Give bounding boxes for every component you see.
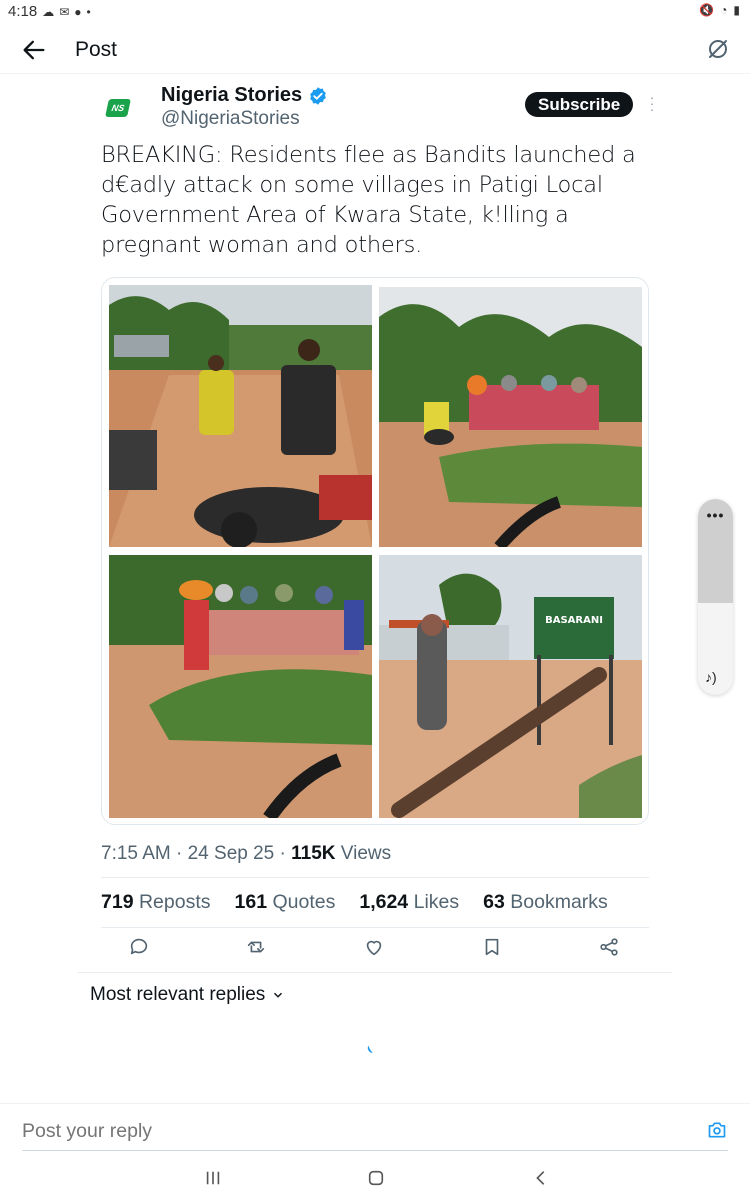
arrow-left-icon — [23, 40, 45, 60]
reply-button[interactable] — [128, 936, 152, 960]
top-header: Post — [0, 26, 750, 74]
post-media-grid: BASARANI — [101, 277, 649, 825]
bookmarks-label: Bookmarks — [510, 891, 608, 913]
post-actions — [101, 936, 641, 966]
system-nav-bar — [0, 1155, 750, 1200]
author-name[interactable]: Nigeria Stories — [161, 84, 302, 107]
account-icon: ● — [74, 4, 82, 19]
post-photo-2[interactable] — [379, 287, 642, 547]
likes-label: Likes — [413, 891, 460, 913]
mail-icon: ✉ — [59, 4, 70, 19]
author-handle[interactable]: @NigeriaStories — [161, 108, 300, 130]
likes-count: 1,624 — [359, 891, 409, 913]
more-options-button[interactable]: · · · — [648, 90, 656, 116]
views-label: Views — [340, 843, 392, 864]
divider — [101, 877, 649, 878]
recent-apps-icon — [206, 1171, 220, 1185]
like-button[interactable] — [363, 936, 387, 960]
avatar[interactable]: NS — [100, 90, 136, 126]
repost-icon — [247, 941, 265, 953]
replies-sort-dropdown[interactable]: Most relevant replies — [90, 984, 285, 1006]
replies-sort-label: Most relevant replies — [90, 984, 266, 1005]
post-meta: 7:15 AM · 24 Sep 25 · 115K Views — [101, 843, 392, 864]
reposts-count: 719 — [101, 891, 134, 913]
reply-input[interactable] — [22, 1120, 522, 1143]
views-count: 115K — [291, 843, 336, 864]
notification-dot-icon: • — [86, 4, 91, 19]
reposts-stat[interactable]: 719 Reposts — [101, 891, 211, 914]
back-button[interactable] — [20, 36, 48, 64]
post-time: 7:15 AM — [101, 843, 171, 864]
chevron-left-icon — [536, 1171, 545, 1185]
status-bar: 4:18 ☁ ✉ ● • 🔇 ◔ ▮ — [0, 0, 750, 24]
post-photo-4[interactable]: BASARANI — [379, 555, 642, 818]
signboard-text: BASARANI — [545, 615, 603, 626]
post-author: NS Nigeria Stories @NigeriaStories Subsc… — [100, 82, 660, 132]
quotes-stat[interactable]: 161 Quotes — [235, 891, 336, 914]
share-button[interactable] — [598, 936, 622, 960]
sync-icon — [709, 40, 727, 58]
sync-button[interactable] — [706, 37, 732, 63]
quotes-label: Quotes — [272, 891, 336, 913]
home-icon — [368, 1170, 384, 1186]
post-text: BREAKING: Residents flee as Bandits laun… — [101, 142, 636, 258]
share-icon — [600, 938, 618, 956]
loading-spinner — [366, 1044, 376, 1054]
subscribe-button[interactable]: Subscribe — [525, 92, 634, 117]
reposts-label: Reposts — [138, 891, 211, 913]
camera-button[interactable] — [706, 1120, 728, 1140]
post-stats: 719 Reposts 161 Quotes 1,624 Likes 63 Bo… — [101, 891, 608, 914]
bookmarks-count: 63 — [483, 891, 505, 913]
more-dots-icon: ••• — [706, 507, 725, 523]
post-date: 24 Sep 25 — [187, 843, 275, 864]
verified-badge-icon — [310, 86, 327, 105]
mute-icon: 🔇 — [699, 3, 715, 17]
more-vertical-icon: · · · — [649, 89, 655, 117]
recent-apps-button[interactable] — [204, 1169, 222, 1192]
chevron-down-icon — [274, 992, 283, 998]
avatar-logo: NS — [105, 99, 131, 117]
post-photo-1[interactable] — [109, 285, 372, 547]
repost-button[interactable] — [245, 936, 269, 960]
home-button[interactable] — [367, 1169, 385, 1192]
quotes-count: 161 — [234, 891, 268, 913]
reply-input-underline — [22, 1150, 728, 1151]
reply-composer — [0, 1103, 750, 1153]
camera-icon — [708, 1122, 726, 1138]
page-title: Post — [75, 38, 118, 61]
fast-scroll-handle[interactable]: ••• ♪) — [698, 499, 733, 695]
reply-icon — [130, 938, 148, 955]
weather-icon: ☁ — [42, 4, 55, 19]
bookmarks-stat[interactable]: 63 Bookmarks — [483, 891, 608, 914]
heart-icon — [366, 940, 382, 956]
wifi-icon: ◔ — [720, 3, 728, 17]
status-time: 4:18 — [8, 3, 38, 20]
battery-icon: ▮ — [733, 3, 740, 17]
likes-stat[interactable]: 1,624 Likes — [359, 891, 459, 914]
divider — [78, 972, 672, 973]
system-back-button[interactable] — [532, 1169, 550, 1192]
post-photo-3[interactable] — [109, 555, 372, 818]
audio-icon[interactable]: ♪) — [705, 669, 727, 687]
divider — [101, 927, 649, 928]
bookmark-button[interactable] — [481, 936, 505, 960]
bookmark-icon — [485, 938, 499, 956]
